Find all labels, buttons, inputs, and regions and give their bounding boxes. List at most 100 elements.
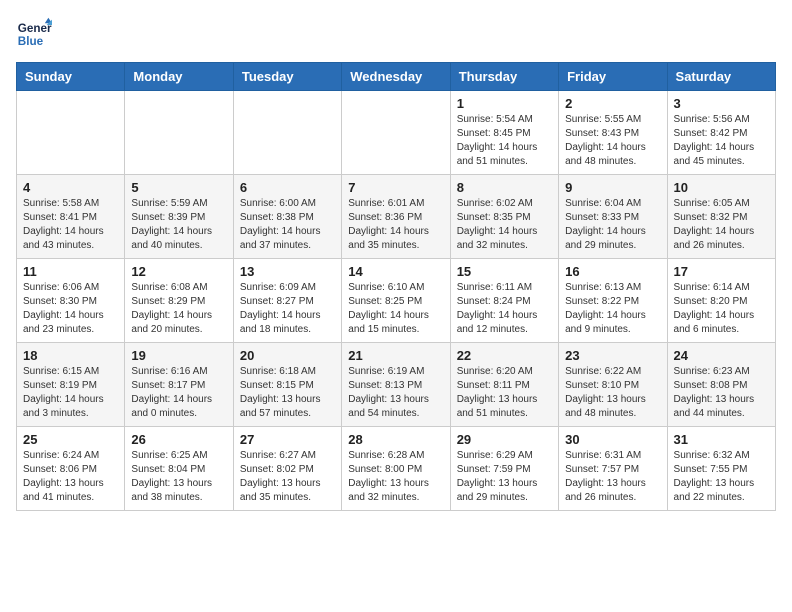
day-cell: 11Sunrise: 6:06 AM Sunset: 8:30 PM Dayli… <box>17 259 125 343</box>
day-info: Sunrise: 6:23 AM Sunset: 8:08 PM Dayligh… <box>674 365 769 421</box>
day-number: 21 <box>348 348 443 363</box>
day-cell: 10 Sunrise: 6:05 AM Sunset: 8:32 PM Dayli… <box>667 175 775 259</box>
day-info: Sunrise: 6:09 AM Sunset: 8:27 PM Dayligh… <box>240 281 335 337</box>
day-number: 28 <box>348 432 443 447</box>
day-number: 15 <box>457 264 552 279</box>
day-info: Sunrise: 6:00 AM Sunset: 8:38 PM Dayligh… <box>240 197 335 253</box>
day-number: 13 <box>240 264 335 279</box>
day-number: 16 <box>565 264 660 279</box>
day-cell: 13 Sunrise: 6:09 AM Sunset: 8:27 PM Dayli… <box>233 259 341 343</box>
calendar: SundayMondayTuesdayWednesdayThursdayFrid… <box>16 62 776 511</box>
day-info: Sunrise: 5:58 AM Sunset: 8:41 PM Dayligh… <box>23 197 118 253</box>
day-info: Sunrise: 6:15 AM Sunset: 8:19 PM Dayligh… <box>23 365 118 421</box>
day-number: 7 <box>348 180 443 195</box>
day-info: Sunrise: 6:05 AM Sunset: 8:32 PM Dayligh… <box>674 197 769 253</box>
week-row-1: 4 Sunrise: 5:58 AM Sunset: 8:41 PM Daylig… <box>17 175 776 259</box>
day-cell: 2 Sunrise: 5:55 AM Sunset: 8:43 PM Daylig… <box>559 91 667 175</box>
day-number: 5 <box>131 180 226 195</box>
day-cell: 5 Sunrise: 5:59 AM Sunset: 8:39 PM Daylig… <box>125 175 233 259</box>
day-cell: 29 Sunrise: 6:29 AM Sunset: 7:59 PM Dayli… <box>450 427 558 511</box>
day-number: 12 <box>131 264 226 279</box>
day-number: 22 <box>457 348 552 363</box>
day-number: 8 <box>457 180 552 195</box>
day-number: 24 <box>674 348 769 363</box>
weekday-header-tuesday: Tuesday <box>233 63 341 91</box>
day-cell: 24 Sunrise: 6:23 AM Sunset: 8:08 PM Dayli… <box>667 343 775 427</box>
day-cell: 12 Sunrise: 6:08 AM Sunset: 8:29 PM Dayli… <box>125 259 233 343</box>
day-info: Sunrise: 6:19 AM Sunset: 8:13 PM Dayligh… <box>348 365 443 421</box>
day-number: 1 <box>457 96 552 111</box>
day-cell: 26Sunrise: 6:25 AM Sunset: 8:04 PM Dayli… <box>125 427 233 511</box>
weekday-header-row: SundayMondayTuesdayWednesdayThursdayFrid… <box>17 63 776 91</box>
week-row-4: 25 Sunrise: 6:24 AM Sunset: 8:06 PM Dayli… <box>17 427 776 511</box>
day-cell <box>125 91 233 175</box>
logo-icon: General Blue <box>16 16 52 52</box>
day-cell <box>233 91 341 175</box>
day-number: 11 <box>23 264 118 279</box>
day-cell: 23 Sunrise: 6:22 AM Sunset: 8:10 PM Dayli… <box>559 343 667 427</box>
day-cell: 19Sunrise: 6:16 AM Sunset: 8:17 PM Dayli… <box>125 343 233 427</box>
day-number: 4 <box>23 180 118 195</box>
day-number: 10 <box>674 180 769 195</box>
day-info: Sunrise: 6:18 AM Sunset: 8:15 PM Dayligh… <box>240 365 335 421</box>
day-cell: 1 Sunrise: 5:54 AM Sunset: 8:45 PM Daylig… <box>450 91 558 175</box>
day-info: Sunrise: 5:59 AM Sunset: 8:39 PM Dayligh… <box>131 197 226 253</box>
day-info: Sunrise: 6:29 AM Sunset: 7:59 PM Dayligh… <box>457 449 552 505</box>
day-number: 19 <box>131 348 226 363</box>
day-number: 18 <box>23 348 118 363</box>
day-info: Sunrise: 6:08 AM Sunset: 8:29 PM Dayligh… <box>131 281 226 337</box>
day-info: Sunrise: 6:22 AM Sunset: 8:10 PM Dayligh… <box>565 365 660 421</box>
svg-text:General: General <box>18 22 52 35</box>
day-cell: 28 Sunrise: 6:28 AM Sunset: 8:00 PM Dayli… <box>342 427 450 511</box>
day-info: Sunrise: 5:54 AM Sunset: 8:45 PM Dayligh… <box>457 113 552 169</box>
day-cell: 20 Sunrise: 6:18 AM Sunset: 8:15 PM Dayli… <box>233 343 341 427</box>
day-cell: 22 Sunrise: 6:20 AM Sunset: 8:11 PM Dayli… <box>450 343 558 427</box>
day-info: Sunrise: 6:20 AM Sunset: 8:11 PM Dayligh… <box>457 365 552 421</box>
day-number: 23 <box>565 348 660 363</box>
weekday-header-friday: Friday <box>559 63 667 91</box>
day-cell: 9 Sunrise: 6:04 AM Sunset: 8:33 PM Daylig… <box>559 175 667 259</box>
day-info: Sunrise: 6:02 AM Sunset: 8:35 PM Dayligh… <box>457 197 552 253</box>
day-number: 3 <box>674 96 769 111</box>
day-info: Sunrise: 6:24 AM Sunset: 8:06 PM Dayligh… <box>23 449 118 505</box>
weekday-header-saturday: Saturday <box>667 63 775 91</box>
day-number: 25 <box>23 432 118 447</box>
day-info: Sunrise: 6:10 AM Sunset: 8:25 PM Dayligh… <box>348 281 443 337</box>
day-cell: 3 Sunrise: 5:56 AM Sunset: 8:42 PM Daylig… <box>667 91 775 175</box>
day-number: 29 <box>457 432 552 447</box>
week-row-2: 11Sunrise: 6:06 AM Sunset: 8:30 PM Dayli… <box>17 259 776 343</box>
day-cell: 17Sunrise: 6:14 AM Sunset: 8:20 PM Dayli… <box>667 259 775 343</box>
day-number: 2 <box>565 96 660 111</box>
day-info: Sunrise: 6:14 AM Sunset: 8:20 PM Dayligh… <box>674 281 769 337</box>
day-number: 31 <box>674 432 769 447</box>
day-number: 14 <box>348 264 443 279</box>
day-info: Sunrise: 6:11 AM Sunset: 8:24 PM Dayligh… <box>457 281 552 337</box>
day-cell: 15 Sunrise: 6:11 AM Sunset: 8:24 PM Dayli… <box>450 259 558 343</box>
week-row-3: 18 Sunrise: 6:15 AM Sunset: 8:19 PM Dayli… <box>17 343 776 427</box>
day-number: 30 <box>565 432 660 447</box>
day-info: Sunrise: 6:25 AM Sunset: 8:04 PM Dayligh… <box>131 449 226 505</box>
day-info: Sunrise: 6:32 AM Sunset: 7:55 PM Dayligh… <box>674 449 769 505</box>
day-info: Sunrise: 6:04 AM Sunset: 8:33 PM Dayligh… <box>565 197 660 253</box>
day-cell: 6 Sunrise: 6:00 AM Sunset: 8:38 PM Daylig… <box>233 175 341 259</box>
weekday-header-monday: Monday <box>125 63 233 91</box>
day-info: Sunrise: 5:55 AM Sunset: 8:43 PM Dayligh… <box>565 113 660 169</box>
day-cell: 30 Sunrise: 6:31 AM Sunset: 7:57 PM Dayli… <box>559 427 667 511</box>
day-number: 9 <box>565 180 660 195</box>
day-cell: 8 Sunrise: 6:02 AM Sunset: 8:35 PM Daylig… <box>450 175 558 259</box>
day-number: 6 <box>240 180 335 195</box>
day-cell: 27Sunrise: 6:27 AM Sunset: 8:02 PM Dayli… <box>233 427 341 511</box>
day-cell: 14 Sunrise: 6:10 AM Sunset: 8:25 PM Dayli… <box>342 259 450 343</box>
day-cell: 4 Sunrise: 5:58 AM Sunset: 8:41 PM Daylig… <box>17 175 125 259</box>
day-cell: 25 Sunrise: 6:24 AM Sunset: 8:06 PM Dayli… <box>17 427 125 511</box>
day-info: Sunrise: 6:13 AM Sunset: 8:22 PM Dayligh… <box>565 281 660 337</box>
weekday-header-thursday: Thursday <box>450 63 558 91</box>
day-number: 27 <box>240 432 335 447</box>
day-info: Sunrise: 6:28 AM Sunset: 8:00 PM Dayligh… <box>348 449 443 505</box>
day-cell: 18 Sunrise: 6:15 AM Sunset: 8:19 PM Dayli… <box>17 343 125 427</box>
svg-text:Blue: Blue <box>18 35 44 48</box>
day-info: Sunrise: 5:56 AM Sunset: 8:42 PM Dayligh… <box>674 113 769 169</box>
day-info: Sunrise: 6:31 AM Sunset: 7:57 PM Dayligh… <box>565 449 660 505</box>
day-number: 20 <box>240 348 335 363</box>
header: General Blue <box>16 16 776 52</box>
